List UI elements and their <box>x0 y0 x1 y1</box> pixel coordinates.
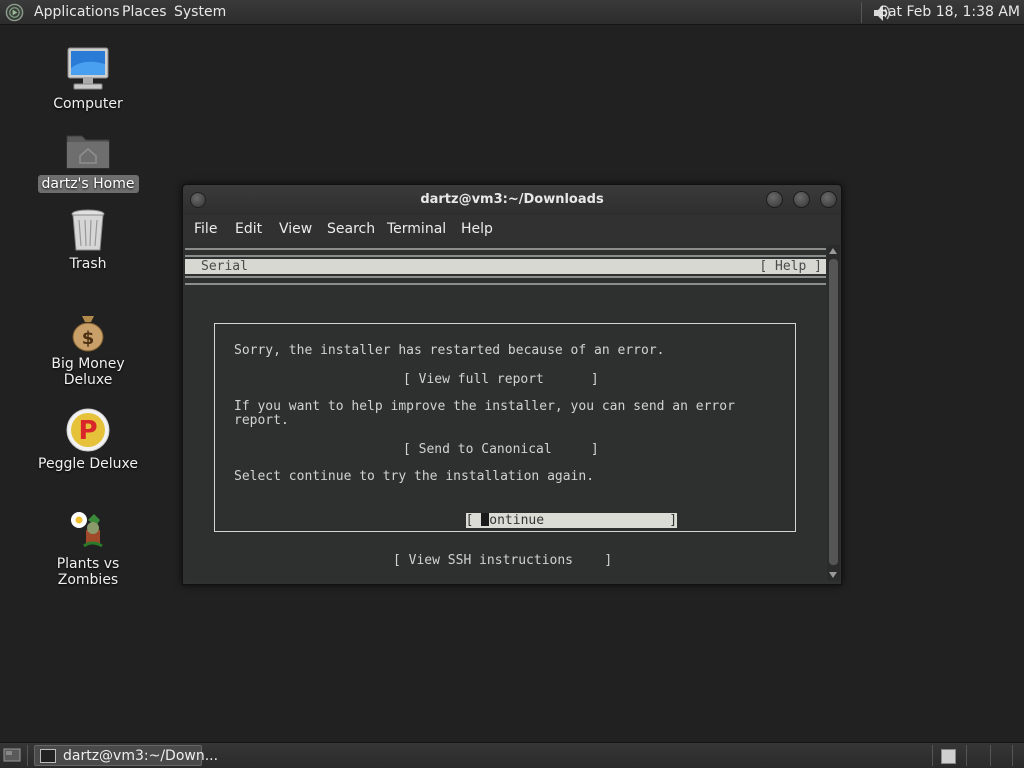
main-menu-icon[interactable] <box>5 3 24 22</box>
system-menu[interactable]: System <box>174 4 226 20</box>
help-text-line-2: report. <box>234 413 289 428</box>
peggle-icon: P <box>66 408 110 452</box>
clock[interactable]: Sat Feb 18, 1:38 AM <box>879 4 1020 20</box>
computer-icon <box>67 47 109 90</box>
taskbar-terminal-button[interactable]: dartz@vm3:~/Down... <box>34 745 218 766</box>
panel-separator <box>990 745 991 766</box>
terminal-scrollbar[interactable] <box>827 245 840 581</box>
error-dialog: Sorry, the installer has restarted becau… <box>214 323 796 532</box>
header-help[interactable]: [ Help ] <box>759 259 822 274</box>
installer-header: Serial [ Help ] <box>185 259 826 274</box>
show-desktop-icon[interactable] <box>3 747 21 763</box>
selected-label: dartz's Home <box>37 175 139 193</box>
panel-separator <box>861 2 862 23</box>
minimize-button[interactable] <box>766 191 783 208</box>
scroll-down-arrow-icon[interactable] <box>829 572 837 578</box>
plants-vs-zombies-icon <box>71 512 103 548</box>
send-to-canonical-button[interactable]: [ Send to Canonical ] <box>403 442 599 457</box>
desktop-icon-label: Big Money Deluxe <box>51 356 125 388</box>
workspace-switcher[interactable] <box>941 749 956 764</box>
terminal-window: dartz@vm3:~/Downloads File Edit View Sea… <box>182 184 842 585</box>
select-continue-text: Select continue to try the installation … <box>234 469 595 484</box>
desktop-icon-label: Plants vs Zombies <box>56 556 120 588</box>
panel-separator <box>1012 745 1013 766</box>
terminal-task-icon <box>40 749 56 763</box>
desktop-icon-label: Computer <box>53 96 123 112</box>
bottom-panel: dartz@vm3:~/Down... <box>0 742 1024 768</box>
home-folder-icon <box>66 135 110 169</box>
window-titlebar[interactable]: dartz@vm3:~/Downloads <box>183 185 841 215</box>
scroll-up-arrow-icon[interactable] <box>829 248 837 254</box>
close-button[interactable] <box>820 191 837 208</box>
window-menubar: File Edit View Search Terminal Help <box>183 215 841 243</box>
taskbar-label: dartz@vm3:~/Down... <box>63 748 219 764</box>
menu-view[interactable]: View <box>279 221 312 237</box>
menu-edit[interactable]: Edit <box>235 221 262 237</box>
top-panel: Applications Places System Sat Feb 18, 1… <box>0 0 1024 25</box>
continue-bracket: [ <box>465 513 482 528</box>
places-menu[interactable]: Places <box>122 4 167 20</box>
terminal-content[interactable]: Serial [ Help ] Sorry, the installer has… <box>185 245 826 581</box>
continue-highlight: [ ontinue ] <box>465 513 678 528</box>
panel-separator <box>966 745 967 766</box>
trash-icon <box>71 209 105 251</box>
money-bag-icon: $ <box>72 316 104 352</box>
error-message: Sorry, the installer has restarted becau… <box>234 343 665 358</box>
continue-label: ontinue ] <box>489 513 678 528</box>
scroll-thumb[interactable] <box>829 259 838 565</box>
desktop-icon-label: Peggle Deluxe <box>38 456 138 472</box>
menu-terminal[interactable]: Terminal <box>387 221 446 237</box>
svg-text:$: $ <box>82 328 95 349</box>
header-serial: Serial <box>201 259 248 274</box>
desktop-icon-label: Trash <box>69 256 107 272</box>
maximize-button[interactable] <box>793 191 810 208</box>
menu-help[interactable]: Help <box>461 221 493 237</box>
continue-button[interactable]: [ ontinue ] <box>403 498 678 543</box>
svg-text:P: P <box>78 416 97 446</box>
help-text-line-1: If you want to help improve the installe… <box>234 399 735 414</box>
panel-separator <box>932 745 933 766</box>
view-full-report-button[interactable]: [ View full report ] <box>403 372 599 387</box>
window-title: dartz@vm3:~/Downloads <box>420 192 604 207</box>
menu-search[interactable]: Search <box>327 221 375 237</box>
menu-file[interactable]: File <box>194 221 217 237</box>
applications-menu[interactable]: Applications <box>34 4 120 20</box>
view-ssh-instructions-button[interactable]: [ View SSH instructions ] <box>393 553 612 568</box>
bottom-rule <box>185 276 826 285</box>
panel-separator <box>27 745 28 766</box>
desktop-icon-label: dartz's Home <box>28 175 148 193</box>
top-rule <box>185 248 826 257</box>
